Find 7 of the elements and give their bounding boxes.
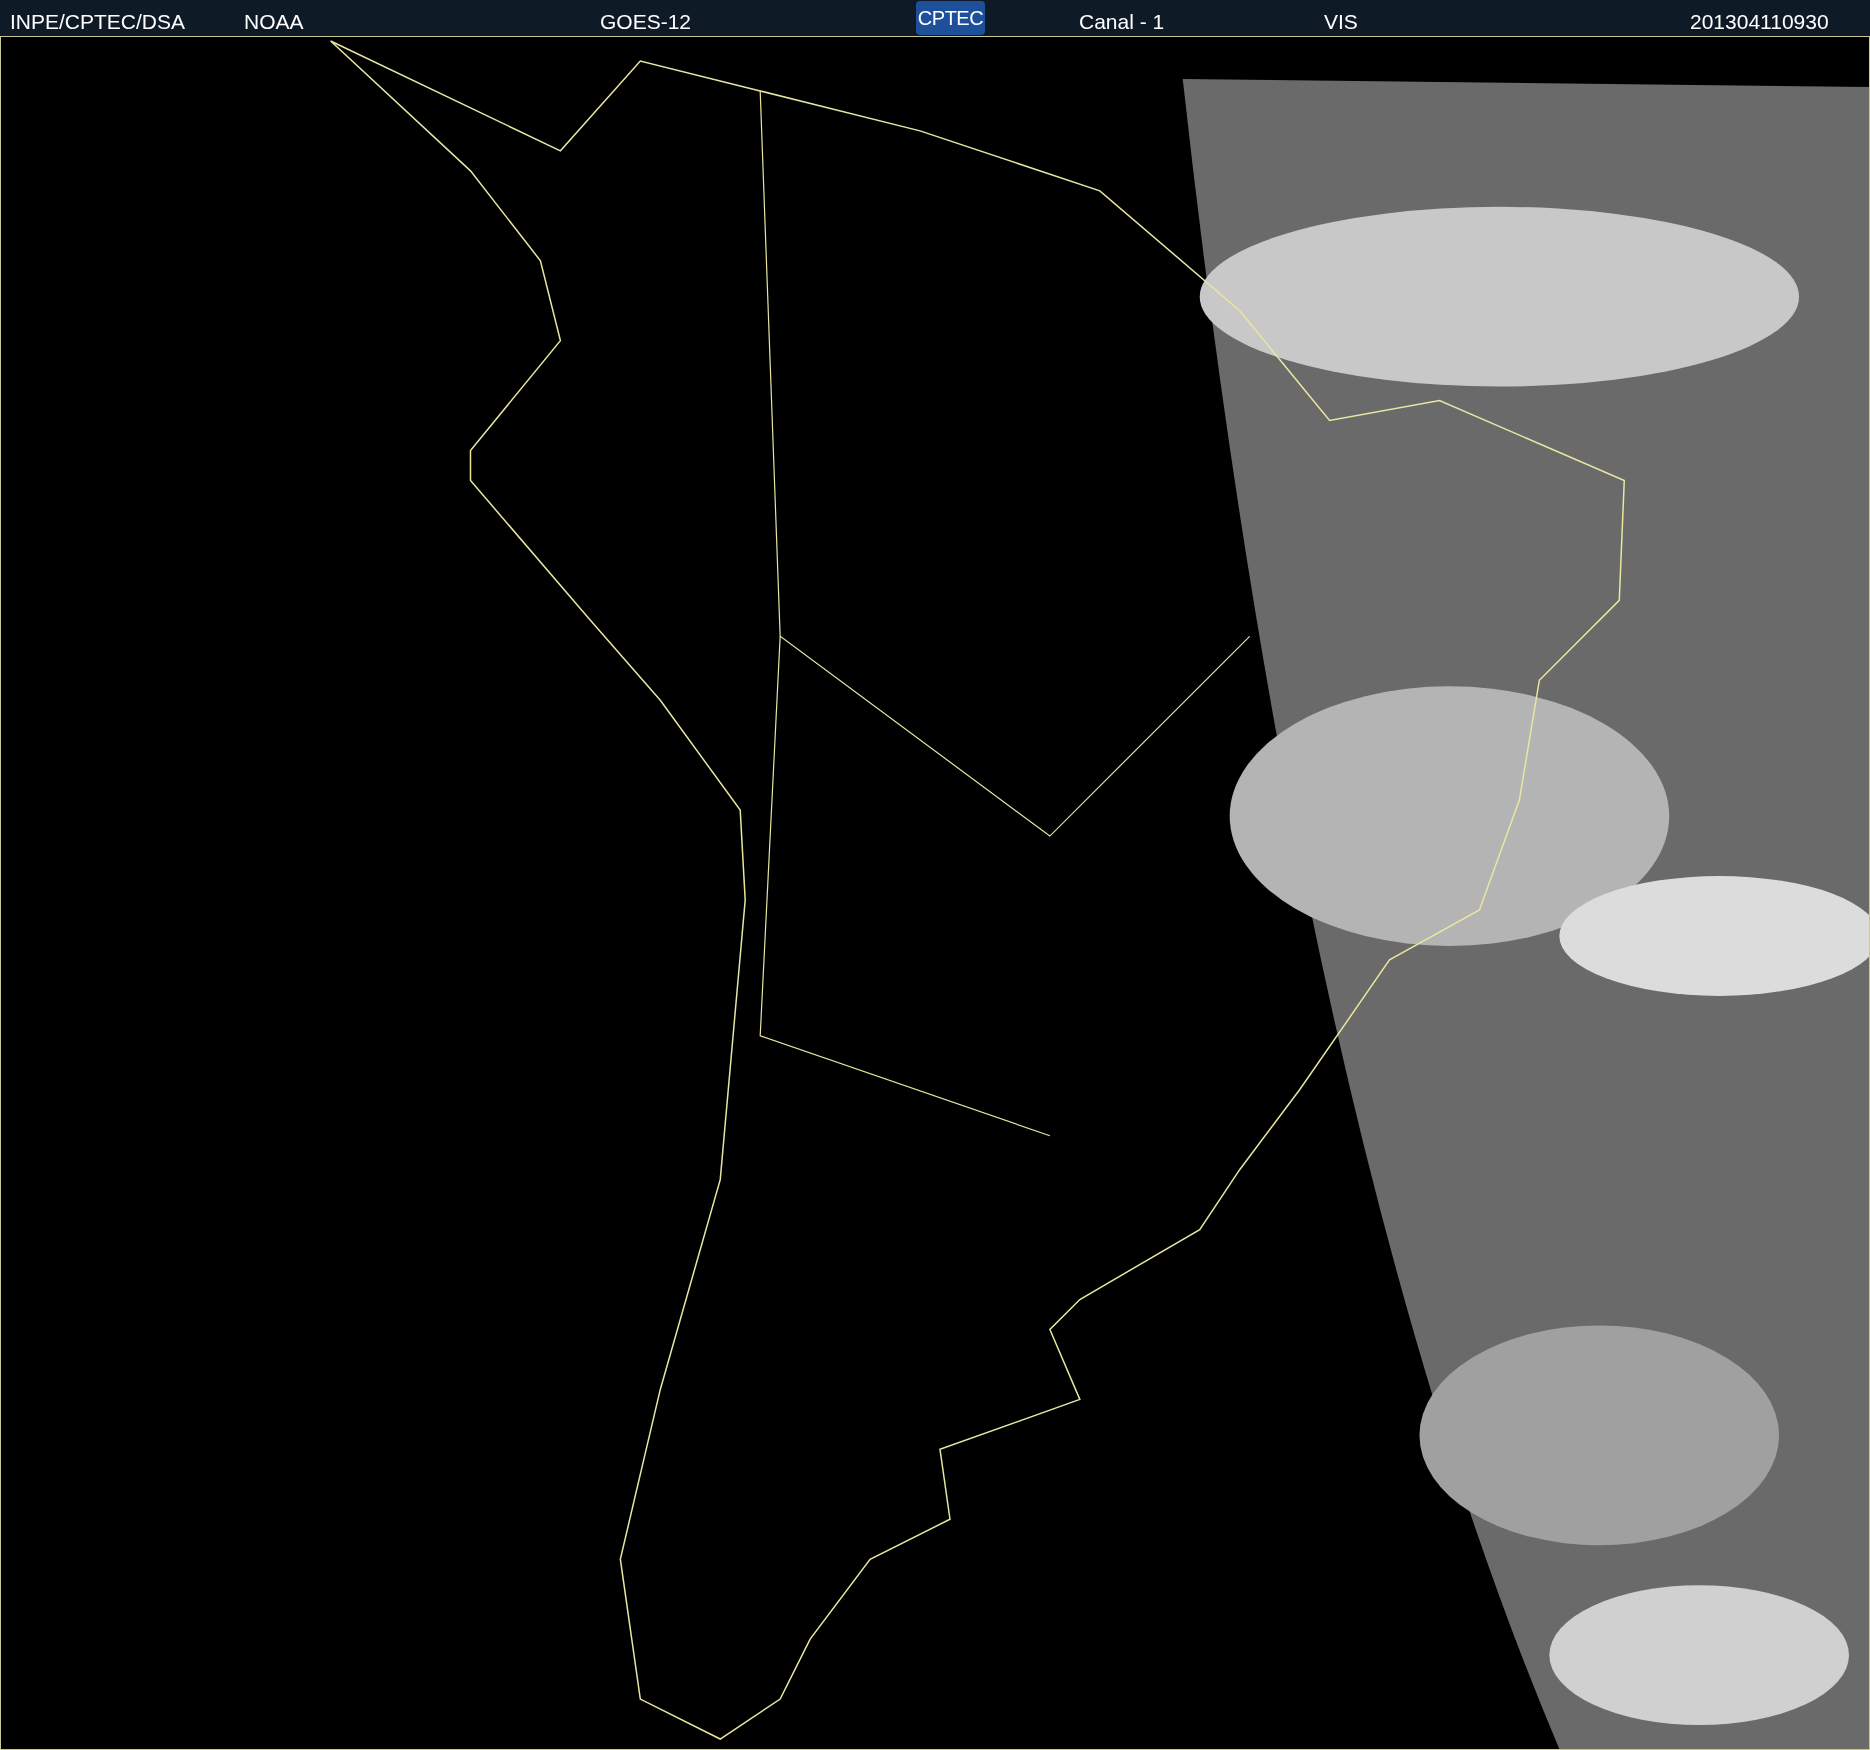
header-label: INPE/CPTEC/DSA [10,9,186,35]
header-label: VIS [1324,9,1358,35]
header-label: GOES-12 [600,9,692,35]
header-label: NOAA [244,9,304,35]
header-label: Canal - 1 [1079,9,1165,35]
header-label: 201304110930 [1690,9,1829,35]
cptec-logo: CPTEC [916,1,985,35]
